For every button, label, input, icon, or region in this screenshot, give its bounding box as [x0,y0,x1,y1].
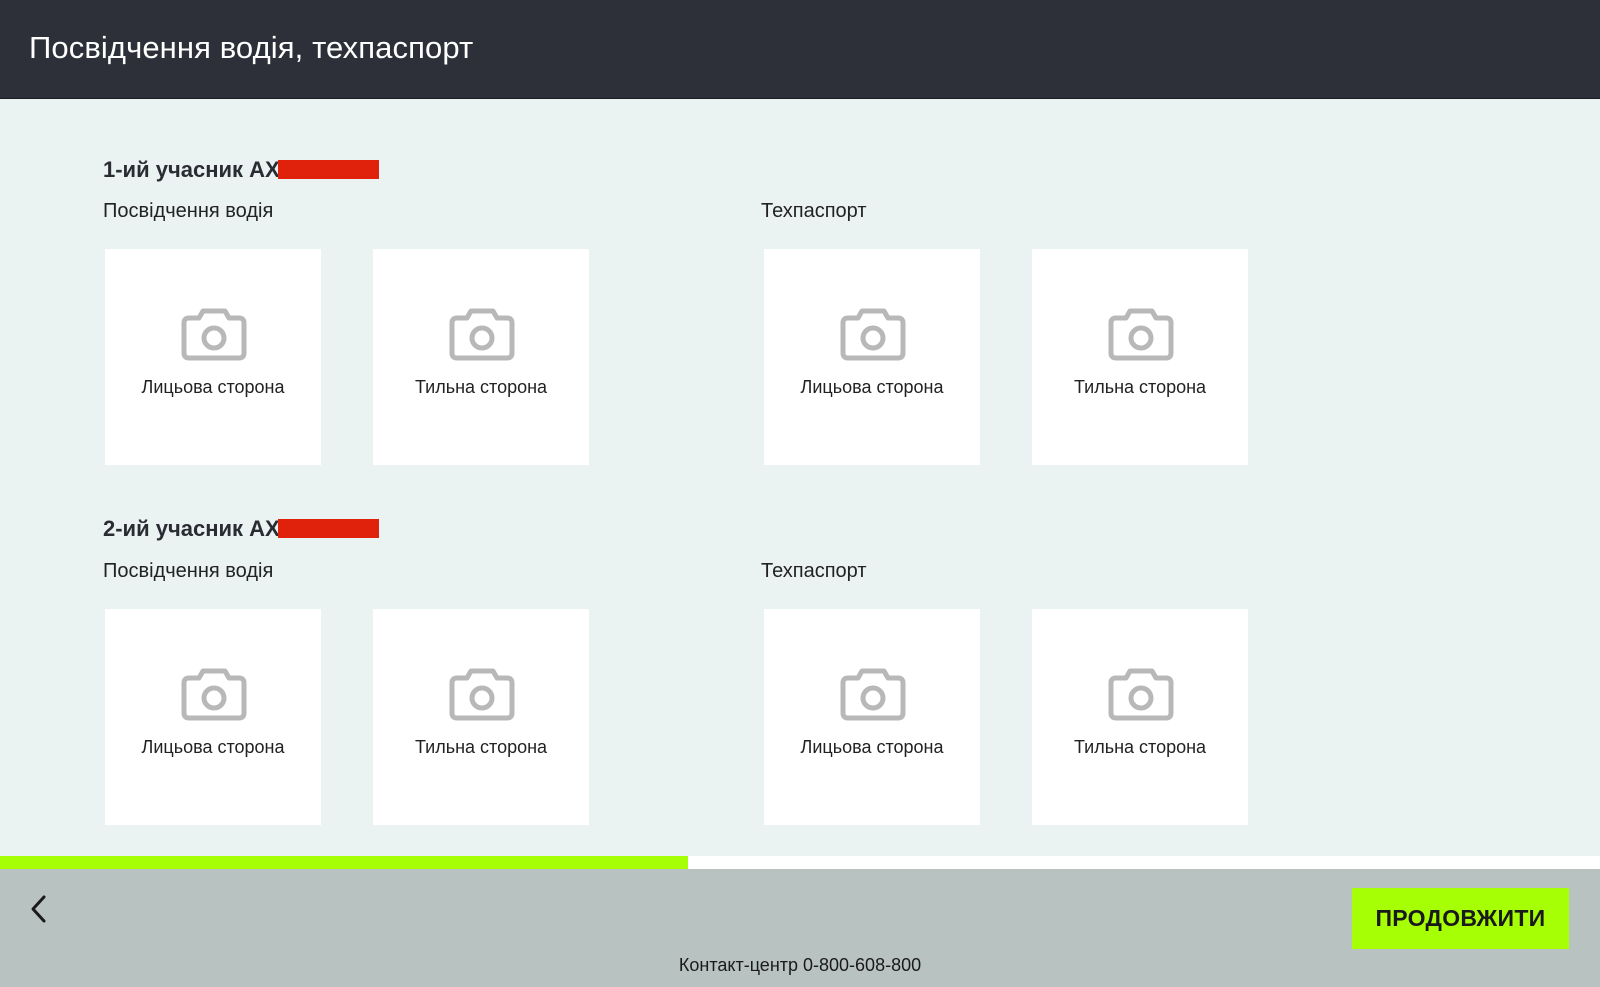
participant-2-name: 2-ий учасник AX [103,516,280,541]
participant-1-registration-front-upload[interactable]: Лицьова сторона [764,249,980,465]
camera-icon [1108,308,1174,361]
participant-1-registration-label: Техпаспорт [761,200,867,222]
tile-label: Лицьова сторона [800,377,944,397]
footer-bar: ПРОДОВЖИТИ Контакт-центр 0-800-608-800 [0,869,1600,987]
participant-1-title: 1-ий учасник AX [103,157,379,183]
camera-icon [449,308,515,361]
participant-2-license-front-upload[interactable]: Лицьова сторона [105,609,321,825]
tile-label: Тильна сторона [1073,377,1207,397]
chevron-left-icon [31,895,46,923]
participant-2-registration-back-upload[interactable]: Тильна сторона [1032,609,1248,825]
tile-label: Тильна сторона [414,737,548,757]
participant-1-name: 1-ий учасник AX [103,157,280,182]
participant-2-registration-front-upload[interactable]: Лицьова сторона [764,609,980,825]
back-button[interactable] [20,891,56,931]
continue-button[interactable]: ПРОДОВЖИТИ [1352,888,1569,949]
participant-1-license-back-upload[interactable]: Тильна сторона [373,249,589,465]
participant-2-license-label: Посвідчення водія [103,560,274,582]
camera-icon [1108,668,1174,721]
participant-1-license-front-upload[interactable]: Лицьова сторона [105,249,321,465]
tile-label: Тильна сторона [414,377,548,397]
progress-fill [0,856,688,869]
contact-center-text: Контакт-центр 0-800-608-800 [678,955,922,975]
camera-icon [181,308,247,361]
redaction-bar [277,519,379,538]
participant-1-license-label: Посвідчення водія [103,200,274,222]
participant-2-title: 2-ий учасник AX [103,516,379,542]
camera-icon [181,668,247,721]
participant-2-registration-label: Техпаспорт [761,560,867,582]
tile-label: Лицьова сторона [800,737,944,757]
progress-bar [0,856,1600,869]
tile-label: Лицьова сторона [141,377,285,397]
top-bar: Посвідчення водія, техпаспорт [0,0,1600,99]
participant-1-registration-back-upload[interactable]: Тильна сторона [1032,249,1248,465]
tile-label: Тильна сторона [1073,737,1207,757]
camera-icon [840,668,906,721]
camera-icon [449,668,515,721]
camera-icon [840,308,906,361]
participant-2-license-back-upload[interactable]: Тильна сторона [373,609,589,825]
tile-label: Лицьова сторона [141,737,285,757]
redaction-bar [277,160,379,179]
page-title: Посвідчення водія, техпаспорт [29,30,474,65]
